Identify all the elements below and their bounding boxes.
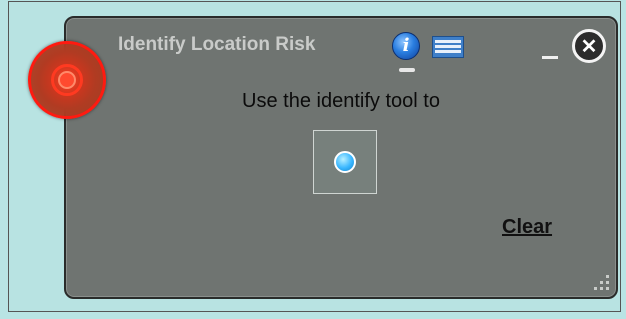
- identify-point-icon: [334, 151, 356, 173]
- active-tab-indicator: [399, 68, 415, 72]
- identify-point-tool-button[interactable]: [313, 130, 377, 194]
- close-icon[interactable]: ✕: [572, 29, 606, 63]
- widget-title: Identify Location Risk: [118, 34, 316, 55]
- info-icon-glyph: i: [402, 35, 410, 56]
- identify-widget-panel: Identify Location Risk i ✕ Use the ident…: [64, 16, 618, 299]
- clear-link[interactable]: Clear: [502, 216, 552, 239]
- location-marker-icon[interactable]: [28, 41, 106, 119]
- resize-grip-icon[interactable]: [594, 275, 610, 291]
- marker-center: [58, 71, 76, 89]
- table-icon[interactable]: [432, 36, 464, 58]
- instruction-text: Use the identify tool to: [242, 90, 440, 112]
- minimize-icon[interactable]: [542, 56, 558, 59]
- info-icon[interactable]: i: [392, 32, 420, 60]
- close-icon-glyph: ✕: [580, 36, 598, 58]
